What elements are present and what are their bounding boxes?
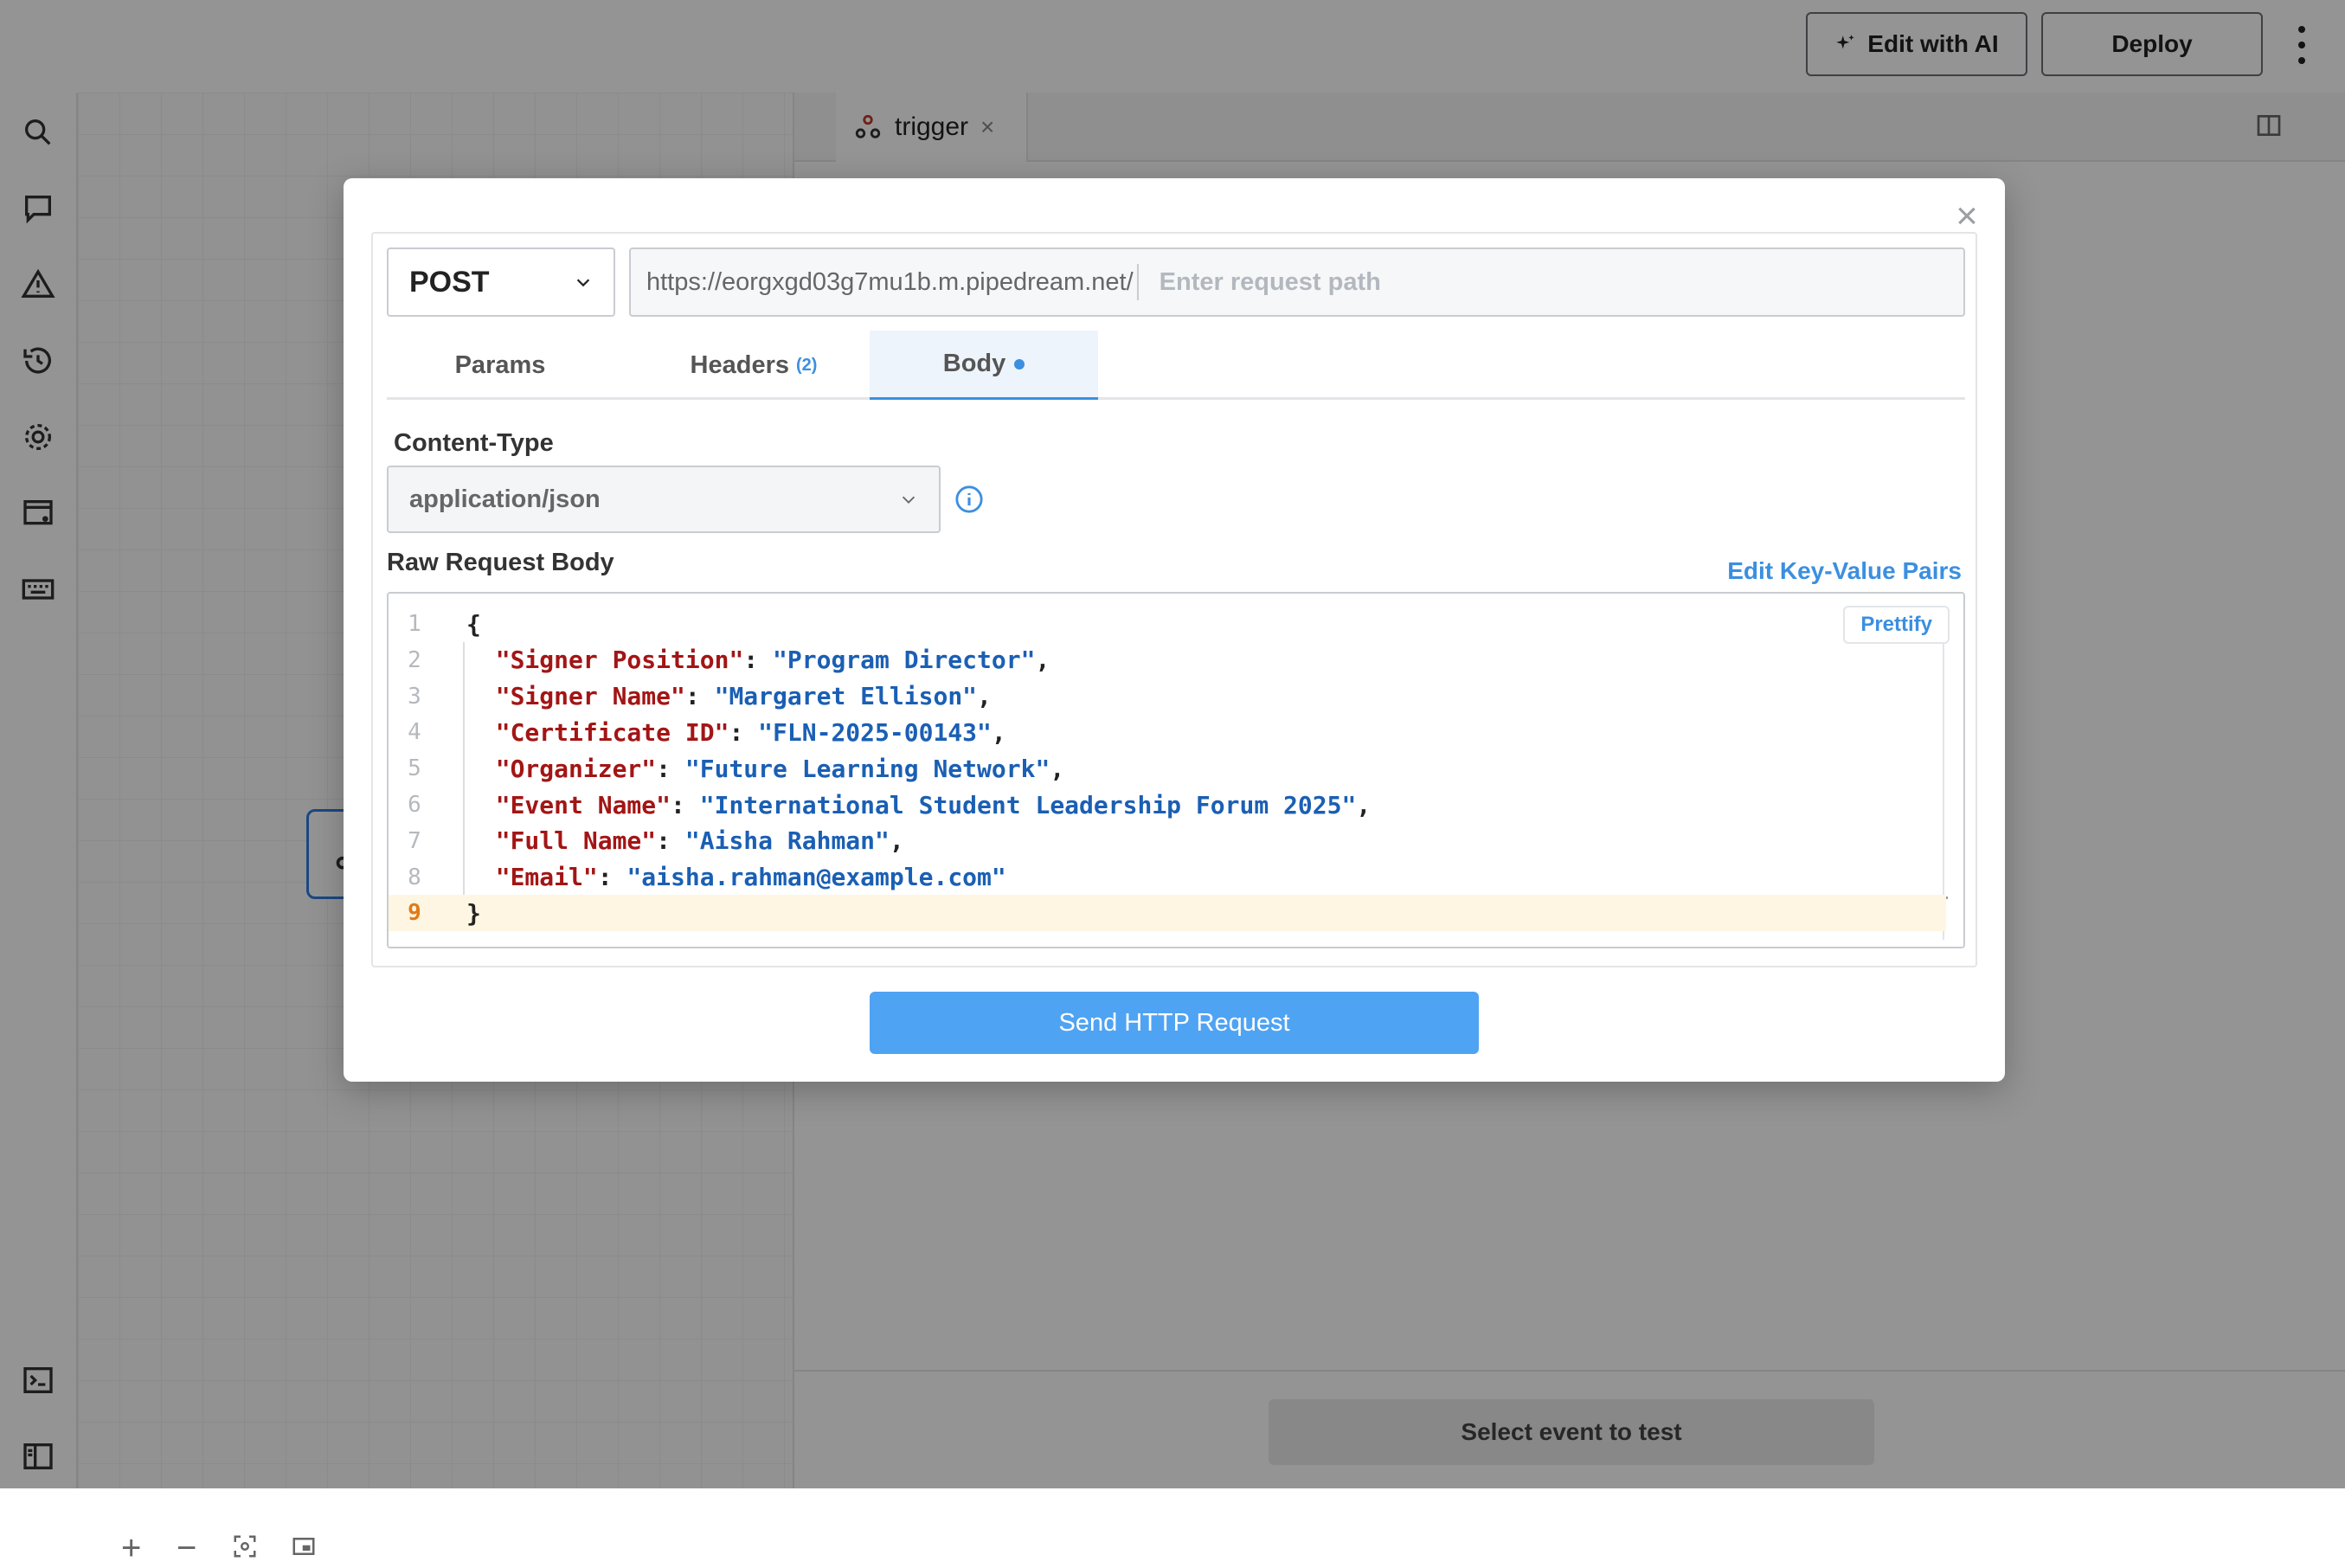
json-key: "Event Name" (495, 790, 671, 819)
request-path-input[interactable] (1157, 267, 1940, 298)
tab-body[interactable]: Body (870, 331, 1098, 400)
json-punctuation: , (977, 682, 992, 711)
tab-params[interactable]: Params (387, 331, 614, 400)
tab-body-label: Body (942, 350, 1006, 377)
chevron-down-icon (902, 496, 916, 504)
code-line[interactable]: 1{ (389, 606, 1946, 642)
json-punctuation: { (466, 609, 481, 639)
minimap-icon[interactable] (291, 1529, 317, 1564)
request-tabs: Params Headers (2) Body (387, 331, 1965, 400)
prettify-button[interactable]: Prettify (1843, 606, 1950, 644)
json-punctuation: , (1050, 754, 1065, 783)
tab-params-label: Params (454, 350, 546, 379)
code-line[interactable]: 5 "Organizer": "Future Learning Network"… (389, 750, 1946, 787)
line-number: 5 (408, 755, 421, 782)
raw-request-body-label: Raw Request Body (387, 549, 614, 576)
json-punctuation: , (1356, 790, 1372, 819)
json-punctuation: , (889, 826, 904, 856)
json-key: "Signer Position" (495, 646, 744, 675)
json-value: "FLN-2025-00143" (758, 717, 992, 747)
line-number: 8 (408, 864, 421, 890)
body-modified-dot (1014, 358, 1025, 370)
tab-headers[interactable]: Headers (2) (614, 331, 894, 400)
code-line[interactable]: 2 "Signer Position": "Program Director", (389, 642, 1946, 678)
close-icon[interactable]: × (1950, 197, 1984, 235)
code-line[interactable]: 3 "Signer Name": "Margaret Ellison", (389, 678, 1946, 715)
method-value: POST (409, 265, 490, 299)
json-value: "Future Learning Network" (684, 754, 1050, 783)
code-line[interactable]: 6 "Event Name": "International Student L… (389, 787, 1946, 823)
content-type-label: Content-Type (394, 429, 554, 457)
json-key: "Signer Name" (495, 682, 685, 711)
line-number: 9 (408, 900, 421, 927)
url-prefix: https://eorgxgd03g7mu1b.m.pipedream.net/ (646, 264, 1139, 300)
zoom-out-icon[interactable]: − (177, 1529, 196, 1567)
json-key: "Email" (495, 863, 598, 892)
json-punctuation: , (991, 717, 1006, 747)
code-line[interactable]: 9} (389, 895, 1946, 932)
send-http-request-button[interactable]: Send HTTP Request (870, 992, 1479, 1054)
method-select[interactable]: POST (387, 247, 615, 317)
json-punctuation: } (466, 898, 481, 928)
headers-count-badge: (2) (796, 355, 818, 375)
request-builder: POST https://eorgxgd03g7mu1b.m.pipedream… (371, 232, 1977, 967)
json-value: "Margaret Ellison" (714, 682, 978, 711)
line-number: 2 (408, 646, 421, 673)
line-number: 4 (408, 719, 421, 746)
code-line[interactable]: 7 "Full Name": "Aisha Rahman", (389, 823, 1946, 859)
json-key: "Full Name" (495, 826, 657, 856)
json-value: "Aisha Rahman" (684, 826, 890, 856)
json-punctuation: , (1035, 646, 1050, 675)
line-number: 1 (408, 611, 421, 637)
edit-key-value-pairs-link[interactable]: Edit Key-Value Pairs (1727, 557, 1962, 585)
code-line[interactable]: 4 "Certificate ID": "FLN-2025-00143", (389, 714, 1946, 750)
json-key: "Certificate ID" (495, 717, 729, 747)
json-value: "aisha.rahman@example.com" (626, 863, 1006, 892)
url-field: https://eorgxgd03g7mu1b.m.pipedream.net/ (629, 247, 1965, 317)
json-body-editor[interactable]: 1{2 "Signer Position": "Program Director… (387, 592, 1965, 948)
line-number: 3 (408, 683, 421, 710)
content-type-select[interactable]: application/json (387, 466, 941, 533)
json-value: "International Student Leadership Forum … (699, 790, 1357, 819)
json-key: "Organizer" (495, 754, 657, 783)
zoom-in-icon[interactable]: + (121, 1529, 141, 1567)
code-line[interactable]: 8 "Email": "aisha.rahman@example.com" (389, 859, 1946, 896)
tab-headers-label: Headers (690, 350, 789, 379)
info-icon[interactable] (954, 485, 984, 514)
chevron-down-icon (576, 279, 590, 287)
json-value: "Program Director" (773, 646, 1036, 675)
line-number: 6 (408, 792, 421, 818)
content-type-value: application/json (409, 485, 601, 513)
line-number: 7 (408, 827, 421, 854)
fit-view-icon[interactable] (232, 1529, 258, 1564)
http-request-dialog: × POST https://eorgxgd03g7mu1b.m.pipedre… (344, 178, 2005, 1082)
